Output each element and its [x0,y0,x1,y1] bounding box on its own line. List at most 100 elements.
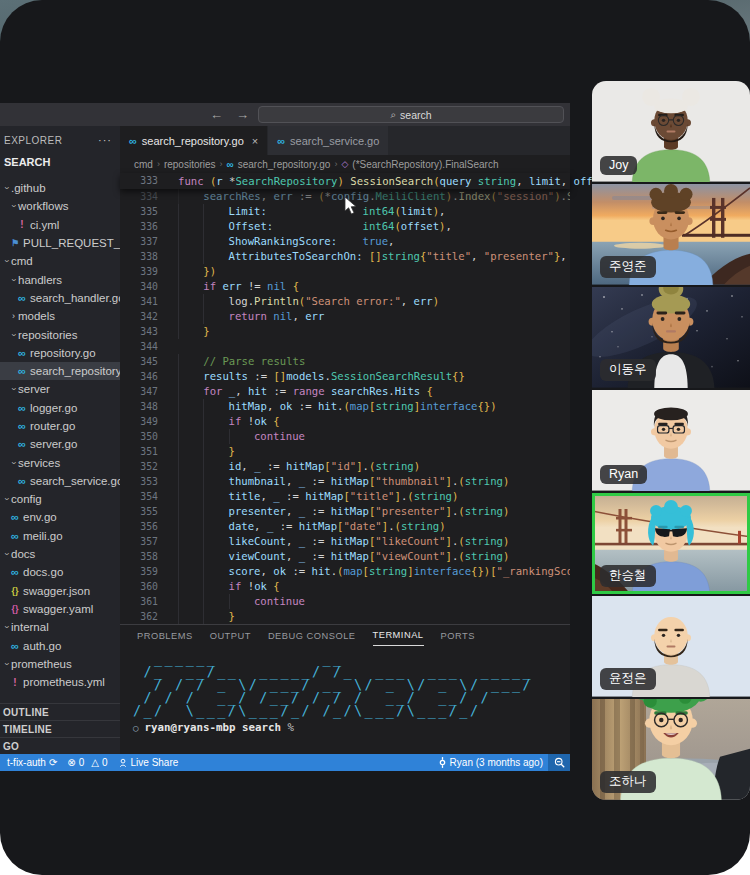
participant-name: Joy [600,156,637,175]
editor-tab-search_repository.go[interactable]: ∞search_repository.go× [120,126,267,155]
live-share-button[interactable]: Live Share [113,754,184,771]
search-icon: ⌕ [390,109,396,121]
bottom-panel: PROBLEMS OUTPUT DEBUG CONSOLE TERMINAL PORTS… [120,624,570,754]
chevron-icon: › [9,384,18,394]
code-line-342: 342return nil, err [120,309,570,324]
participant-tile-6[interactable]: 윤정은 [592,596,750,697]
chevron-icon: › [2,183,11,193]
panel-tab-terminal[interactable]: TERMINAL [373,625,424,646]
participant-tile-2[interactable]: 주영준 [592,184,750,285]
code-line-341: 341log.Println("Search error:", err) [120,294,570,309]
tree-item-docs-go[interactable]: ∞docs.go [0,563,120,581]
problems-summary[interactable]: ⊗0 △0 [62,754,112,771]
file-type-icon: ∞ [16,420,28,432]
tree-item-auth-go[interactable]: ∞auth.go [0,636,120,654]
tree-item-ci-yml[interactable]: !ci.yml [0,216,120,234]
code-editor[interactable]: 334searchRes, err := (*config.MeiliClien… [120,189,570,624]
participant-tile-3[interactable]: 이동우 [592,287,750,388]
participant-name: Ryan [600,465,647,484]
tree-item-repository-go[interactable]: ∞repository.go [0,344,120,362]
search-label: search [400,109,432,121]
tree-item-logger-go[interactable]: ∞logger.go [0,399,120,417]
zoom-indicator[interactable] [548,754,570,771]
tree-item-cmd[interactable]: ›cmd [0,252,120,270]
participant-tile-4[interactable]: Ryan [592,390,750,491]
panel-tab-debug-console[interactable]: DEBUG CONSOLE [268,625,356,646]
editor-tab-search_service.go[interactable]: ∞search_service.go [268,126,388,155]
file-type-icon: ∞ [9,566,21,578]
participant-tile-1[interactable]: Joy [592,81,750,182]
sidebar-section-go[interactable]: GO [0,737,120,754]
file-type-icon: ∞ [9,530,21,542]
code-line-350: 350continue [120,429,570,444]
tree-item--github[interactable]: ›.github [0,179,120,197]
breadcrumb[interactable]: cmd›repositories›∞search_repository.go›◇… [120,155,570,173]
tree-item-search-repository-[interactable]: ∞search_repository... [0,362,120,380]
tree-item-search-service-go[interactable]: ∞search_service.go [0,472,120,490]
tree-item-PULL-REQUEST-T-[interactable]: ⚑PULL_REQUEST_T... [0,234,120,252]
tree-item-repositories[interactable]: ›repositories [0,325,120,343]
chevron-icon: › [2,494,11,504]
tree-item-workflows[interactable]: ›workflows [0,197,120,215]
tree-item-prometheus[interactable]: ›prometheus [0,655,120,673]
sidebar-section-outline[interactable]: OUTLINE [0,703,120,720]
tree-item-prometheus-yml[interactable]: !prometheus.yml [0,673,120,691]
file-type-icon: ! [16,219,28,230]
tree-item-services[interactable]: ›services [0,453,120,471]
breadcrumb-item[interactable]: (*SearchRepository).FinalSearch [352,159,498,170]
screen-background: ← → ⌕ search EXPLORER ··· SEARCH ›.githu… [0,0,750,875]
breadcrumb-item[interactable]: repositories [164,159,216,170]
tree-item-models[interactable]: ›models [0,307,120,325]
tree-item-docs[interactable]: ›docs [0,545,120,563]
file-type-icon: ∞ [9,511,21,523]
file-type-icon: ∞ [9,640,21,652]
chevron-icon: › [9,458,18,468]
explorer-sidebar: EXPLORER ··· SEARCH ›.github›workflows!c… [0,126,120,754]
panel-tab-output[interactable]: OUTPUT [210,625,251,646]
code-line-362: 362} [120,609,570,624]
close-tab-icon[interactable]: × [252,135,258,147]
participant-name: 주영준 [600,256,656,278]
tree-item-search-handler-go[interactable]: ∞search_handler.go [0,289,120,307]
tree-item-swagger-yaml[interactable]: {}swagger.yaml [0,600,120,618]
participant-tile-7[interactable]: 조하나 [592,699,750,800]
tree-item-handlers[interactable]: ›handlers [0,270,120,288]
explorer-actions-icon[interactable]: ··· [98,134,112,146]
code-line-359: 359score, ok := hit.(map[string]interfac… [120,564,570,579]
magnifier-icon [554,757,565,768]
chevron-icon: › [9,330,18,340]
file-type-icon: {} [9,604,21,614]
sidebar-section-timeline[interactable]: TIMELINE [0,720,120,737]
tree-item-server[interactable]: ›server [0,380,120,398]
tree-item-env-go[interactable]: ∞env.go [0,508,120,526]
tree-item-server-go[interactable]: ∞server.go [0,435,120,453]
command-center-search[interactable]: ⌕ search [258,106,564,123]
workspace-root[interactable]: SEARCH [0,152,120,172]
chevron-icon: › [9,275,18,285]
file-type-icon: ∞ [16,365,28,377]
code-line-348: 348hitMap, ok := hit.(map[string]interfa… [120,399,570,414]
participant-tile-5[interactable]: 한승철 [592,493,750,594]
nav-back-icon[interactable]: ← [210,106,223,123]
code-line-360: 360if !ok { [120,579,570,594]
tree-item-internal[interactable]: ›internal [0,618,120,636]
file-type-icon: ∞ [16,347,28,359]
tree-item-meili-go[interactable]: ∞meili.go [0,527,120,545]
tree-item-swagger-json[interactable]: {}swagger.json [0,582,120,600]
code-line-333: 333func (r *SearchRepository) SessionSea… [120,173,570,189]
file-tree: ›.github›workflows!ci.yml⚑PULL_REQUEST_T… [0,179,120,691]
panel-tab-ports[interactable]: PORTS [441,625,475,646]
git-branch[interactable]: t-fix-auth⟳ [2,754,62,771]
code-line-361: 361continue [120,594,570,609]
commit-icon [438,757,447,768]
blame-info[interactable]: Ryan (3 months ago) [433,754,548,771]
panel-tab-problems[interactable]: PROBLEMS [137,625,193,646]
tree-item-config[interactable]: ›config [0,490,120,508]
breadcrumb-item[interactable]: cmd [134,159,153,170]
terminal-prompt[interactable]: ○ ryan@ryans-mbp search % [120,721,570,734]
tree-item-router-go[interactable]: ∞router.go [0,417,120,435]
mouse-cursor [344,196,358,216]
code-line-351: 351} [120,444,570,459]
breadcrumb-item[interactable]: search_repository.go [238,159,331,170]
nav-forward-icon[interactable]: → [236,106,249,123]
